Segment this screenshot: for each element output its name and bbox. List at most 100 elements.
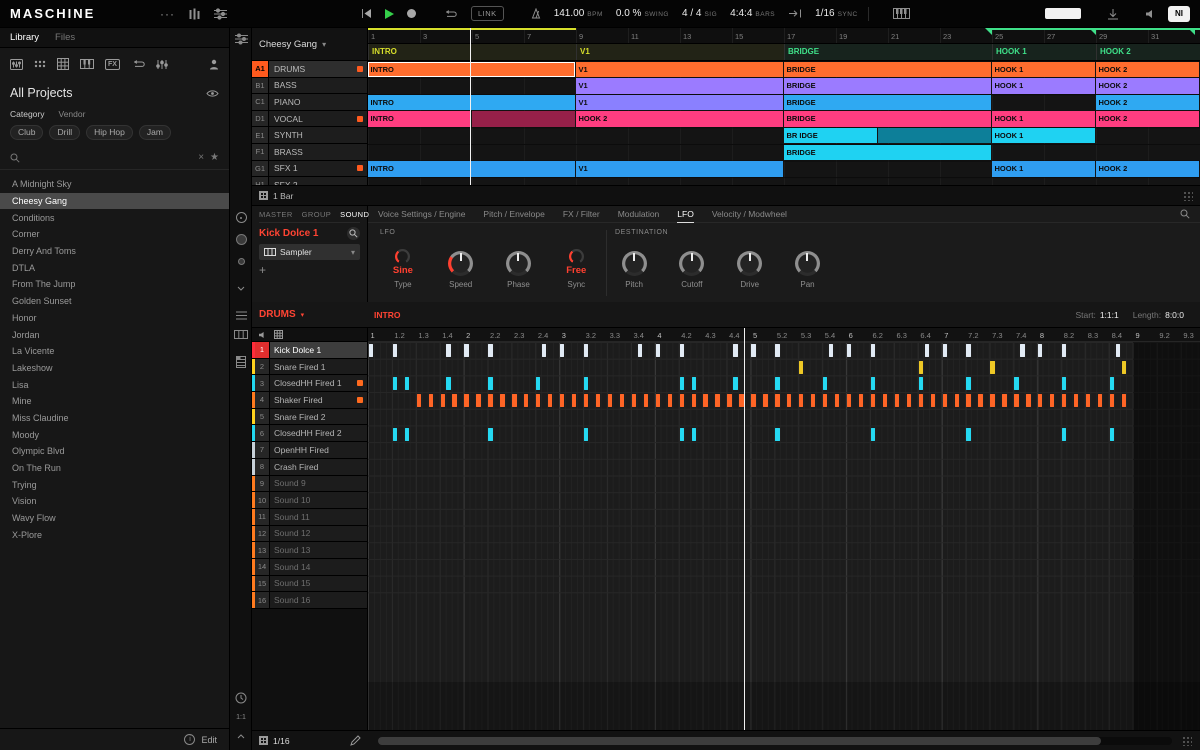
note-event[interactable] [990,361,994,374]
sound-row[interactable]: 14Sound 14 [252,559,367,576]
note-event[interactable] [446,344,450,357]
note-event[interactable] [931,394,935,407]
group-slot[interactable]: G1 [252,161,269,177]
group-row-bass[interactable]: B1BASS [252,78,367,95]
note-event[interactable] [1038,394,1042,407]
note-event[interactable] [512,394,516,407]
note-event[interactable] [1002,394,1006,407]
project-item[interactable]: Wavy Flow [0,510,229,527]
note-event[interactable] [1122,394,1126,407]
note-event[interactable] [452,394,456,407]
note-event[interactable] [1014,394,1018,407]
note-event[interactable] [369,344,373,357]
selected-sound-name[interactable]: Kick Dolce 1 [259,228,347,239]
group-row-synth[interactable]: E1SYNTH [252,127,367,144]
note-event[interactable] [799,361,803,374]
group-row-sfx-2[interactable]: H1SFX 2 [252,177,367,185]
search-input[interactable] [26,153,192,163]
eye-icon[interactable] [206,89,219,98]
note-event[interactable] [1110,377,1114,390]
note-event[interactable] [1014,377,1018,390]
clip[interactable]: HOOK 2 [1096,111,1199,127]
start-value[interactable]: 1:1:1 [1100,310,1119,320]
project-item[interactable]: Cheesy Gang [0,193,229,210]
group-slot[interactable]: H1 [252,177,269,185]
note-event[interactable] [943,344,947,357]
keyboard-view-icon[interactable] [230,330,252,339]
note-event[interactable] [823,394,827,407]
clip[interactable]: HOOK 1 [992,62,1095,78]
project-item[interactable]: Golden Sunset [0,293,229,310]
note-event[interactable] [536,377,540,390]
note-event[interactable] [393,428,397,441]
step-clock-icon[interactable] [230,692,252,704]
scene-intro[interactable]: INTRO [368,44,576,60]
clip[interactable]: HOOK 1 [992,111,1095,127]
clip[interactable]: INTRO [368,111,471,127]
group-slot[interactable]: B1 [252,78,269,94]
resize-handle-icon[interactable] [1183,191,1193,201]
note-event[interactable] [943,394,947,407]
note-event[interactable] [859,394,863,407]
note-event[interactable] [907,394,911,407]
oneshots-icon[interactable] [156,59,168,70]
sound-row[interactable]: 12Sound 12 [252,526,367,543]
param-tab[interactable]: LFO [677,206,694,223]
mixer-toggle-icon[interactable] [214,8,227,20]
note-event[interactable] [847,344,851,357]
note-event[interactable] [966,428,970,441]
project-item[interactable]: Olympic Blvd [0,443,229,460]
filter-chip[interactable]: Club [10,125,43,140]
jump-to-start-icon[interactable] [361,8,372,19]
note-event[interactable] [584,344,588,357]
projects-icon[interactable] [10,59,23,70]
group-slot[interactable]: F1 [252,144,269,160]
audio-output-icon[interactable] [1145,9,1156,19]
grid-display[interactable]: 1/16SYNC [815,8,858,19]
note-event[interactable] [847,394,851,407]
clip[interactable]: HOOK 2 [576,111,783,127]
project-item[interactable]: Lisa [0,376,229,393]
project-item[interactable]: Mine [0,393,229,410]
record-icon[interactable] [407,9,416,18]
edit-button[interactable]: Edit [201,735,217,745]
note-event[interactable] [692,394,696,407]
collapse-control-icon[interactable] [230,286,252,291]
loops-icon[interactable] [131,59,145,69]
project-item[interactable]: From The Jump [0,276,229,293]
project-item[interactable]: Trying [0,476,229,493]
param-tab[interactable]: Pitch / Envelope [483,209,544,219]
count-in-icon[interactable] [789,9,802,18]
note-event[interactable] [966,377,970,390]
info-icon[interactable]: i [184,734,195,745]
note-event[interactable] [584,428,588,441]
note-event[interactable] [955,394,959,407]
arranger-mixer-icon[interactable] [230,33,252,45]
filter-chip[interactable]: Drill [49,125,80,140]
preset-search-icon[interactable] [1180,209,1190,219]
note-event[interactable] [680,428,684,441]
note-event[interactable] [638,344,642,357]
note-event[interactable] [488,377,492,390]
note-event[interactable] [393,377,397,390]
scene-hook-1[interactable]: HOOK 1 [992,44,1096,60]
resize-handle-icon[interactable] [1182,736,1192,746]
group-slot[interactable]: E1 [252,127,269,143]
group-slot[interactable]: C1 [252,94,269,110]
clip[interactable]: HOOK 1 [992,161,1095,177]
note-event[interactable] [775,344,779,357]
sound-row[interactable]: 1Kick Dolce 1 [252,342,367,359]
note-event[interactable] [393,344,397,357]
note-event[interactable] [680,377,684,390]
note-event[interactable] [871,394,875,407]
param-tab[interactable]: Velocity / Modwheel [712,209,787,219]
plugin-knob-icon[interactable] [230,234,252,245]
note-event[interactable] [775,394,779,407]
clip[interactable]: HOOK 1 [992,128,1095,144]
arrange-grid-value[interactable]: 1 Bar [273,191,293,201]
note-event[interactable] [584,394,588,407]
sync-control[interactable]: FreeSync [547,244,605,289]
note-event[interactable] [703,394,707,407]
note-event[interactable] [584,377,588,390]
clip[interactable]: BR IDGE [784,128,877,144]
